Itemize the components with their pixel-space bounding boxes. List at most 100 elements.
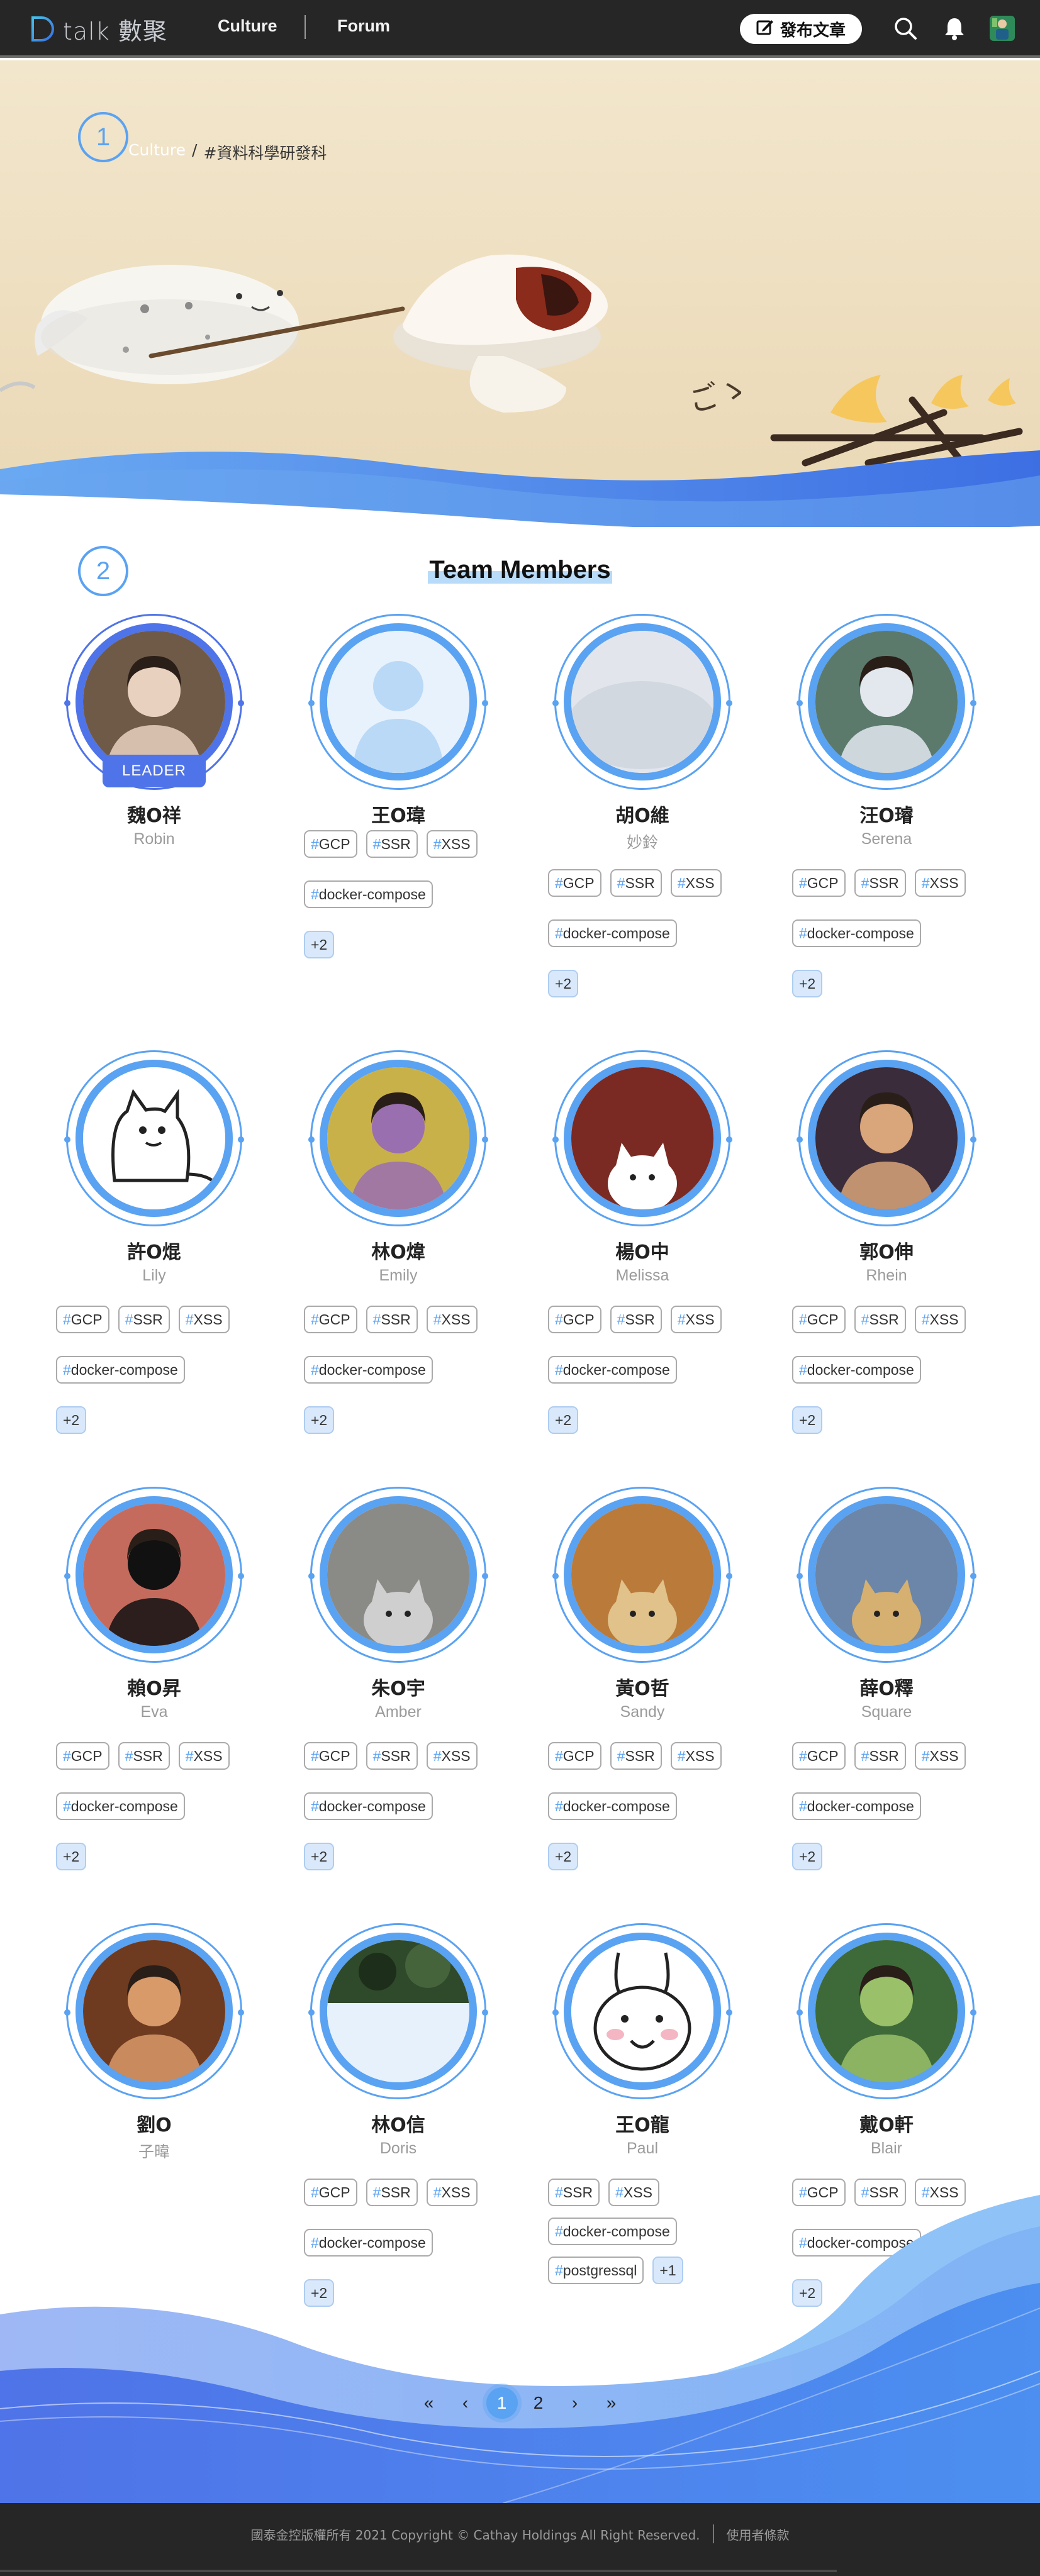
skill-tag[interactable]: # docker-compose (56, 1792, 185, 1820)
skill-tag[interactable]: # XSS (178, 1306, 230, 1333)
member-avatar[interactable] (75, 1496, 233, 1653)
skill-tag[interactable]: # GCP (56, 1742, 109, 1770)
skill-tag[interactable]: # XSS (178, 1742, 230, 1770)
skill-tag[interactable]: # docker-compose (792, 1792, 921, 1820)
member-avatar[interactable] (808, 1496, 965, 1653)
nav-link-culture[interactable]: Culture (218, 16, 277, 36)
skill-tag[interactable]: # SSR (366, 830, 418, 858)
logo-text: talk 數聚 (63, 17, 167, 45)
member-avatar[interactable] (564, 1060, 721, 1217)
breadcrumb-culture[interactable]: Culture (128, 141, 186, 164)
nav-link-forum[interactable]: Forum (337, 16, 390, 36)
more-tags-button[interactable]: +2 (56, 1406, 87, 1434)
more-tags-button[interactable]: +2 (548, 1843, 579, 1870)
page-1-button[interactable]: 1 (486, 2387, 518, 2419)
skill-tag[interactable]: # GCP (792, 1742, 846, 1770)
more-tags-button[interactable]: +2 (304, 1406, 335, 1434)
skill-tag[interactable]: # SSR (854, 1306, 906, 1333)
more-tags-button[interactable]: +2 (56, 1843, 87, 1870)
member-avatar[interactable] (320, 1933, 477, 2090)
more-tags-button[interactable]: +2 (792, 1406, 823, 1434)
skill-tag[interactable]: # SSR (118, 1306, 170, 1333)
logo[interactable]: talk 數聚 (28, 11, 167, 47)
skill-tag[interactable]: # SSR (118, 1742, 170, 1770)
more-tags-button[interactable]: +2 (304, 931, 335, 958)
skill-tag[interactable]: # SSR (610, 869, 662, 897)
skill-tag[interactable]: # XSS (426, 1742, 478, 1770)
skill-tag[interactable]: # XSS (426, 830, 478, 858)
footer-scrollbar[interactable] (0, 2570, 837, 2572)
avatar-ring (64, 1487, 244, 1663)
member-avatar[interactable] (320, 1060, 477, 1217)
skill-tag[interactable]: # XSS (914, 869, 966, 897)
skill-tag[interactable]: # XSS (914, 1306, 966, 1333)
skill-tag[interactable]: # SSR (366, 1306, 418, 1333)
skill-tag[interactable]: # GCP (304, 1742, 357, 1770)
skill-tag[interactable]: # SSR (854, 1742, 906, 1770)
skill-tag[interactable]: # docker-compose (548, 1356, 677, 1384)
skill-tag[interactable]: # docker-compose (304, 880, 433, 908)
skill-tag[interactable]: # GCP (304, 830, 357, 858)
member-avatar[interactable] (320, 1496, 477, 1653)
skill-tag[interactable]: # docker-compose (792, 919, 921, 947)
next-page-button[interactable]: › (557, 2385, 593, 2421)
skill-tag[interactable]: # XSS (426, 1306, 478, 1333)
last-page-button[interactable]: » (593, 2385, 630, 2421)
page-2-button[interactable]: 2 (520, 2385, 557, 2421)
tag-hash: # (799, 1797, 807, 1814)
member-nickname: Serena (861, 830, 912, 848)
member-avatar[interactable] (564, 1933, 721, 2090)
member-name: 黃O哲 (615, 1678, 669, 1700)
skill-tag[interactable]: # GCP (56, 1306, 109, 1333)
member-tags: # GCP # SSR # XSS # docker-compose +2 (304, 830, 493, 958)
member-avatar[interactable] (808, 623, 965, 780)
more-tags-button[interactable]: +2 (792, 1843, 823, 1870)
skill-tag[interactable]: # XSS (914, 1742, 966, 1770)
more-tags-button[interactable]: +2 (304, 1843, 335, 1870)
member-nickname: Rhein (866, 1267, 907, 1284)
skill-tag[interactable]: # docker-compose (548, 919, 677, 947)
terms-link[interactable]: 使用者條款 (727, 2525, 790, 2543)
skill-tag[interactable]: # docker-compose (304, 1356, 433, 1384)
tag-hash: # (617, 1311, 625, 1328)
tag-hash: # (799, 1747, 807, 1764)
tag-hash: # (185, 1311, 194, 1328)
publish-label: 發布文章 (780, 21, 846, 40)
skill-tag[interactable]: # XSS (670, 1306, 722, 1333)
member-avatar[interactable] (808, 1933, 965, 2090)
skill-tag[interactable]: # GCP (304, 1306, 357, 1333)
avatar-ring (797, 1923, 976, 2099)
skill-tag[interactable]: # GCP (548, 1742, 601, 1770)
member-avatar[interactable] (564, 623, 721, 780)
more-tags-button[interactable]: +2 (792, 970, 823, 997)
skill-tag[interactable]: # docker-compose (792, 1356, 921, 1384)
publish-article-button[interactable]: 發布文章 (740, 14, 862, 44)
more-tags-button[interactable]: +2 (548, 970, 579, 997)
user-avatar[interactable] (987, 13, 1018, 44)
member-avatar[interactable] (320, 623, 477, 780)
first-page-button[interactable]: « (411, 2385, 447, 2421)
search-icon[interactable] (890, 13, 921, 44)
skill-tag[interactable]: # SSR (854, 869, 906, 897)
skill-tag[interactable]: # XSS (670, 1742, 722, 1770)
skill-tag[interactable]: # docker-compose (304, 1792, 433, 1820)
member-avatar[interactable] (75, 1933, 233, 2090)
skill-tag[interactable]: # docker-compose (548, 1792, 677, 1820)
member-avatar[interactable] (564, 1496, 721, 1653)
more-tags-button[interactable]: +2 (548, 1406, 579, 1434)
member-name: 賴O昇 (127, 1678, 181, 1700)
skill-tag[interactable]: # SSR (366, 1742, 418, 1770)
skill-tag[interactable]: # SSR (610, 1742, 662, 1770)
skill-tag[interactable]: # XSS (670, 869, 722, 897)
skill-tag[interactable]: # GCP (792, 1306, 846, 1333)
bell-icon[interactable] (939, 13, 970, 44)
skill-tag[interactable]: # GCP (548, 1306, 601, 1333)
member-avatar[interactable] (75, 1060, 233, 1217)
member-avatar[interactable] (808, 1060, 965, 1217)
tag-hash: # (185, 1747, 194, 1764)
skill-tag[interactable]: # SSR (610, 1306, 662, 1333)
skill-tag[interactable]: # GCP (548, 869, 601, 897)
prev-page-button[interactable]: ‹ (447, 2385, 484, 2421)
skill-tag[interactable]: # docker-compose (56, 1356, 185, 1384)
skill-tag[interactable]: # GCP (792, 869, 846, 897)
